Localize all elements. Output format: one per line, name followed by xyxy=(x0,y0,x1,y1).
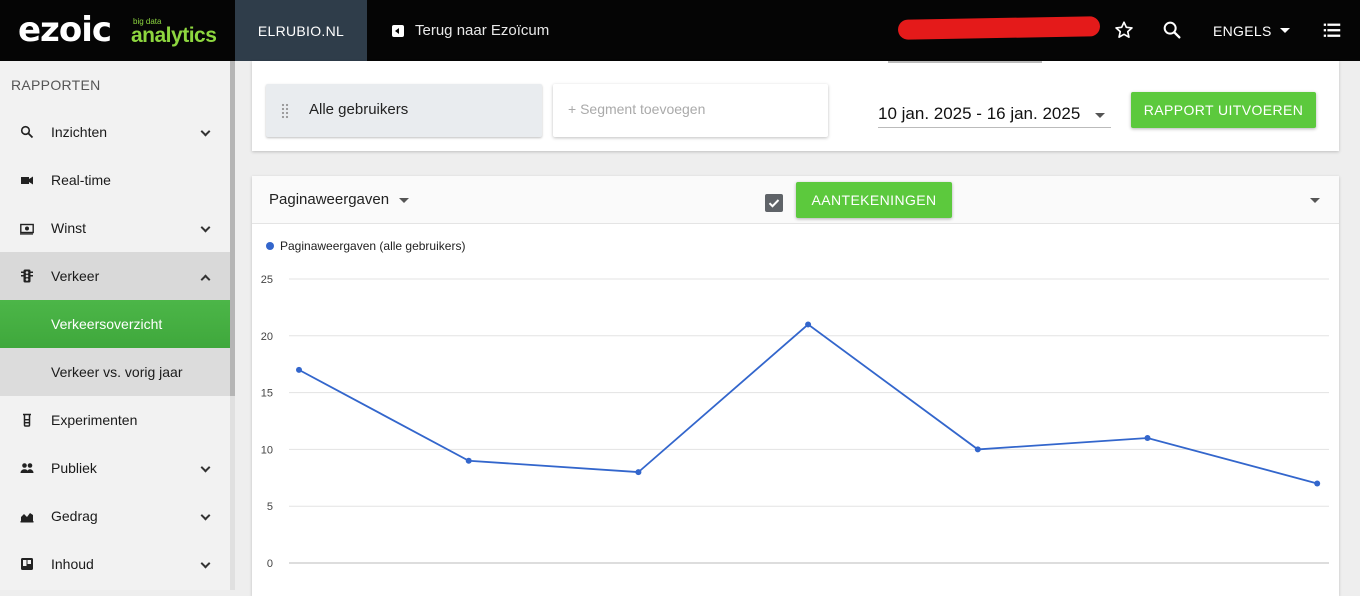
y-tick-label: 15 xyxy=(261,388,273,400)
metric-select[interactable]: Paginaweergaven xyxy=(269,191,389,208)
segment-chip[interactable]: Alle gebruikers xyxy=(266,84,542,137)
sidebar-item-label: Verkeer vs. vorig jaar xyxy=(51,364,183,380)
data-point[interactable] xyxy=(465,457,472,464)
star-icon[interactable] xyxy=(1112,18,1136,42)
chart-card-header: Paginaweergaven AANTEKENINGEN xyxy=(252,176,1339,224)
y-tick-label: 25 xyxy=(261,274,273,286)
logo-analytics: analytics xyxy=(131,24,217,47)
y-tick-label: 0 xyxy=(267,558,273,570)
chevron-down-icon xyxy=(1095,113,1105,118)
sidebar-item-audience[interactable]: Publiek xyxy=(0,444,230,492)
sidebar-item-experiments[interactable]: Experimenten xyxy=(0,396,230,444)
chevron-down-icon xyxy=(200,222,211,233)
chevron-down-icon xyxy=(200,510,211,521)
logo-wordmark: ezoic xyxy=(18,10,112,50)
chevron-down-icon xyxy=(1279,28,1290,33)
sidebar-item-label: Verkeer xyxy=(51,268,100,284)
sidebar-item-label: Experimenten xyxy=(51,412,138,428)
data-point[interactable] xyxy=(1314,480,1321,487)
sidebar-item-label: Inhoud xyxy=(51,556,94,572)
annotations-button[interactable]: AANTEKENINGEN xyxy=(796,182,952,218)
date-range-value: 10 jan. 2025 - 16 jan. 2025 xyxy=(878,104,1081,123)
chart-card: Paginaweergaven AANTEKENINGEN Paginaweer… xyxy=(252,176,1339,596)
add-segment-label: + Segment toevoegen xyxy=(568,101,706,117)
back-to-ezoic-link[interactable]: Terug naar Ezoïcum xyxy=(392,0,549,61)
sidebar-item-content[interactable]: Inhoud xyxy=(0,540,230,588)
collapse-chevron-icon[interactable] xyxy=(1310,198,1320,203)
search-icon[interactable] xyxy=(1160,18,1184,42)
search-icon xyxy=(20,125,34,139)
sidebar-item-traffic-vs-last-year[interactable]: Verkeer vs. vorig jaar xyxy=(0,348,230,396)
y-tick-label: 20 xyxy=(261,331,273,343)
sidebar-item-traffic[interactable]: Verkeer xyxy=(0,252,230,300)
sidebar: RAPPORTEN Inzichten Real-time Winst Verk… xyxy=(0,61,230,590)
divider xyxy=(888,61,1042,63)
sidebar-item-label: Publiek xyxy=(51,460,97,476)
back-arrow-icon xyxy=(392,24,404,37)
sidebar-item-label: Verkeersoverzicht xyxy=(51,316,163,332)
sidebar-item-behavior[interactable]: Gedrag xyxy=(0,492,230,540)
video-camera-icon xyxy=(21,176,33,185)
data-point[interactable] xyxy=(974,446,981,453)
sidebar-item-label: Gedrag xyxy=(51,508,98,524)
language-label: ENGELS xyxy=(1213,22,1272,39)
data-point[interactable] xyxy=(1144,435,1151,442)
chevron-down-icon xyxy=(200,126,211,137)
line-chart: 0 5 10 15 20 25 xyxy=(261,274,1329,570)
data-point[interactable] xyxy=(635,469,642,476)
menu-icon[interactable] xyxy=(1320,18,1344,42)
area-chart-icon xyxy=(20,513,34,523)
language-selector[interactable]: ENGELS xyxy=(1213,0,1290,61)
ezoic-logo[interactable]: ezoic big data analytics xyxy=(18,10,218,51)
drag-handle-icon[interactable] xyxy=(281,103,289,119)
checkmark-icon xyxy=(768,199,780,208)
traffic-light-icon xyxy=(21,269,33,283)
back-link-label: Terug naar Ezoïcum xyxy=(415,22,550,39)
segment-label: Alle gebruikers xyxy=(309,101,409,118)
series-line xyxy=(298,323,1318,485)
report-filter-card: Alle gebruikers + Segment toevoegen 10 j… xyxy=(252,61,1339,151)
sidebar-item-profit[interactable]: Winst xyxy=(0,204,230,252)
chevron-down-icon[interactable] xyxy=(399,198,409,203)
chevron-down-icon xyxy=(200,462,211,473)
sidebar-item-label: Real-time xyxy=(51,172,111,188)
data-point[interactable] xyxy=(805,321,812,328)
redacted-account-name xyxy=(897,16,1101,40)
board-icon xyxy=(21,558,33,570)
date-range-select[interactable]: 10 jan. 2025 - 16 jan. 2025 xyxy=(878,104,1111,128)
sidebar-item-label: Winst xyxy=(51,220,86,236)
notes-checkbox[interactable] xyxy=(765,194,783,212)
chevron-up-icon xyxy=(200,274,211,285)
y-tick-label: 10 xyxy=(261,444,273,456)
y-tick-label: 5 xyxy=(267,501,273,513)
sidebar-scrollbar-thumb[interactable] xyxy=(230,61,235,396)
people-icon xyxy=(20,463,34,473)
reports-heading: RAPPORTEN xyxy=(11,77,101,93)
sidebar-item-label: Inzichten xyxy=(51,124,108,140)
top-bar: ezoic big data analytics ELRUBIO.NL Teru… xyxy=(0,0,1360,61)
data-point[interactable] xyxy=(296,366,302,373)
sidebar-item-insights[interactable]: Inzichten xyxy=(0,108,230,156)
chevron-down-icon xyxy=(200,558,211,569)
beaker-icon xyxy=(23,413,31,427)
site-tab[interactable]: ELRUBIO.NL xyxy=(235,0,367,61)
sidebar-item-traffic-overview[interactable]: Verkeersoverzicht xyxy=(0,300,230,348)
sidebar-item-real-time[interactable]: Real-time xyxy=(0,156,230,204)
money-icon xyxy=(20,223,34,235)
add-segment-button[interactable]: + Segment toevoegen xyxy=(553,84,828,137)
run-report-button[interactable]: RAPPORT UITVOEREN xyxy=(1131,92,1316,128)
